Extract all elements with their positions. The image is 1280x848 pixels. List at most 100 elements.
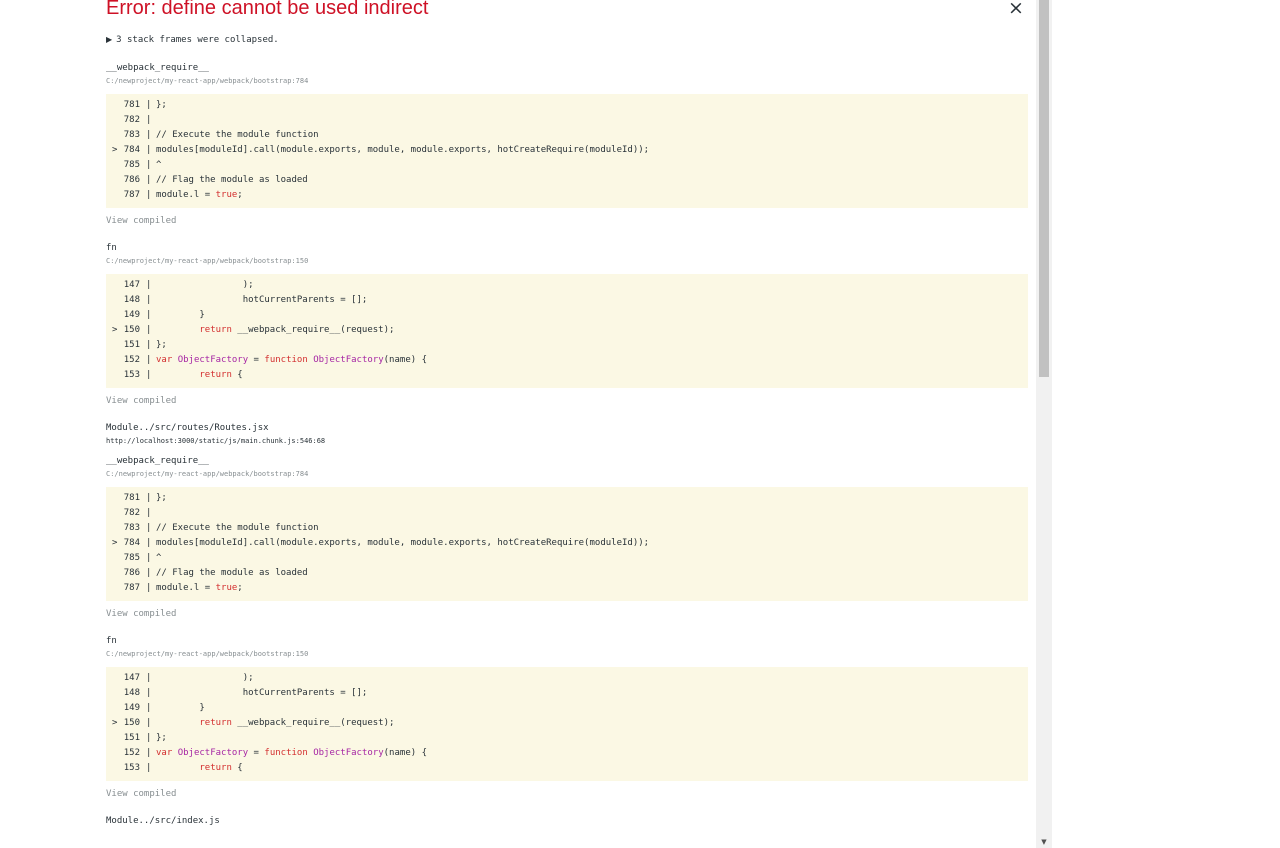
- code-line: 782 |: [106, 113, 1028, 128]
- code-line: 153 | return {: [106, 761, 1028, 776]
- code-token: hotCurrentParents = [];: [156, 688, 368, 698]
- code-text: }: [156, 308, 205, 323]
- line-number: 152: [123, 355, 140, 365]
- code-token: module.l =: [156, 190, 216, 200]
- code-line: 785 | ^: [106, 158, 1028, 173]
- line-number: 784: [123, 538, 140, 548]
- frame-function-name: __webpack_require__: [106, 63, 209, 73]
- code-token: ^: [156, 160, 162, 170]
- code-line: 153 | return {: [106, 368, 1028, 383]
- code-text: modules[moduleId].call(module.exports, m…: [156, 536, 649, 551]
- close-button[interactable]: ×: [1006, 0, 1026, 18]
- gutter-divider: |: [146, 130, 152, 140]
- gutter-divider: |: [146, 325, 152, 335]
- line-number: 787: [123, 190, 140, 200]
- code-token: };: [156, 340, 167, 350]
- code-text: // Execute the module function: [156, 128, 319, 143]
- code-text: );: [156, 278, 254, 293]
- gutter-divider: |: [146, 115, 152, 125]
- gutter-divider: |: [146, 763, 152, 773]
- frame-location-link[interactable]: C:/newproject/my-react-app/webpack/boots…: [106, 468, 1028, 480]
- code-token: // Flag the module as loaded: [156, 568, 308, 578]
- line-number: 151: [123, 733, 140, 743]
- code-token: ObjectFactory: [177, 748, 249, 758]
- gutter-divider: |: [146, 538, 152, 548]
- code-snippet: 147 | ); 148 | hotCurrentParents = []; 149 | …: [106, 274, 1028, 388]
- gutter-divider: |: [146, 160, 152, 170]
- code-token: ;: [237, 583, 243, 593]
- view-compiled-link[interactable]: View compiled: [106, 786, 1028, 802]
- vertical-scrollbar[interactable]: ▼: [1036, 0, 1052, 848]
- code-token: true: [215, 583, 238, 593]
- code-token: );: [156, 280, 254, 290]
- code-text: };: [156, 98, 167, 113]
- code-text: ^: [156, 551, 161, 566]
- code-line: 148 | hotCurrentParents = [];: [106, 686, 1028, 701]
- gutter-divider: |: [146, 733, 152, 743]
- code-token: var: [156, 748, 178, 758]
- view-compiled-link[interactable]: View compiled: [106, 213, 1028, 229]
- code-text: hotCurrentParents = [];: [156, 293, 368, 308]
- gutter-divider: |: [146, 100, 152, 110]
- code-token: __webpack_require__(request);: [231, 718, 395, 728]
- code-text: };: [156, 491, 167, 506]
- code-token: ;: [237, 190, 243, 200]
- code-text: module.l = true;: [156, 581, 243, 596]
- gutter-divider: |: [146, 355, 152, 365]
- line-number: 153: [123, 370, 140, 380]
- gutter-divider: |: [146, 703, 152, 713]
- code-token: function: [264, 748, 308, 758]
- code-line: >150 | return __webpack_require__(request…: [106, 323, 1028, 338]
- code-token: ObjectFactory: [313, 355, 384, 365]
- gutter-divider: |: [146, 340, 152, 350]
- code-line: 147 | );: [106, 671, 1028, 686]
- code-token: module.l =: [156, 583, 216, 593]
- frame-location-link[interactable]: C:/newproject/my-react-app/webpack/boots…: [106, 255, 1028, 267]
- code-snippet: 781 |}; 782 | 783 | // Execute the module func…: [106, 94, 1028, 208]
- gutter-divider: |: [146, 673, 152, 683]
- gutter-divider: |: [146, 568, 152, 578]
- code-token: {: [231, 370, 243, 380]
- frame-location-link[interactable]: C:/newproject/my-react-app/webpack/boots…: [106, 648, 1028, 660]
- line-number: 152: [123, 748, 140, 758]
- collapsed-frames-label: 3 stack frames were collapsed.: [116, 35, 279, 45]
- gutter-divider: |: [146, 493, 152, 503]
- code-token: }: [156, 310, 205, 320]
- code-token: var: [156, 355, 178, 365]
- code-token: modules[moduleId].call(module.exports, m…: [156, 145, 650, 155]
- code-line: 783 | // Execute the module function: [106, 128, 1028, 143]
- code-text: return __webpack_require__(request);: [156, 716, 394, 731]
- line-number: 153: [123, 763, 140, 773]
- collapsed-frames-toggle[interactable]: ▶ 3 stack frames were collapsed.: [106, 32, 1028, 48]
- code-line: 783 | // Execute the module function: [106, 521, 1028, 536]
- stack-frame: __webpack_require__ C:/newproject/my-reac…: [106, 454, 1028, 622]
- scrollbar-thumb[interactable]: [1039, 0, 1049, 377]
- stack-trace: ▶ 3 stack frames were collapsed. __webpac…: [106, 32, 1028, 835]
- frame-location-link[interactable]: C:/newproject/my-react-app/webpack/boots…: [106, 75, 1028, 87]
- line-number: 150: [123, 325, 140, 335]
- scroll-down-arrow-icon[interactable]: ▼: [1036, 836, 1052, 848]
- code-token: __webpack_require__(request);: [231, 325, 395, 335]
- gutter-divider: |: [146, 310, 152, 320]
- code-line: >784 | modules[moduleId].call(module.expor…: [106, 143, 1028, 158]
- gutter-divider: |: [146, 553, 152, 563]
- code-line: 781 |};: [106, 491, 1028, 506]
- code-line: 148 | hotCurrentParents = [];: [106, 293, 1028, 308]
- line-number: 147: [123, 280, 140, 290]
- line-number: 784: [123, 145, 140, 155]
- code-token: return: [199, 370, 232, 380]
- code-line: 149 | }: [106, 701, 1028, 716]
- frame-location-link[interactable]: http://localhost:3000/static/js/main.chu…: [106, 435, 1028, 447]
- frame-function-name: fn: [106, 243, 117, 253]
- frame-function-name: Module../src/routes/Routes.jsx: [106, 423, 269, 433]
- view-compiled-link[interactable]: View compiled: [106, 393, 1028, 409]
- code-token: modules[moduleId].call(module.exports, m…: [156, 538, 650, 548]
- code-token: (name) {: [383, 355, 427, 365]
- line-number: 783: [123, 523, 140, 533]
- line-number: 148: [123, 688, 140, 698]
- stack-frame: Module../src/index.js: [106, 814, 1028, 828]
- view-compiled-link[interactable]: View compiled: [106, 606, 1028, 622]
- code-line: 151 |};: [106, 338, 1028, 353]
- code-snippet: 781 |}; 782 | 783 | // Execute the module func…: [106, 487, 1028, 601]
